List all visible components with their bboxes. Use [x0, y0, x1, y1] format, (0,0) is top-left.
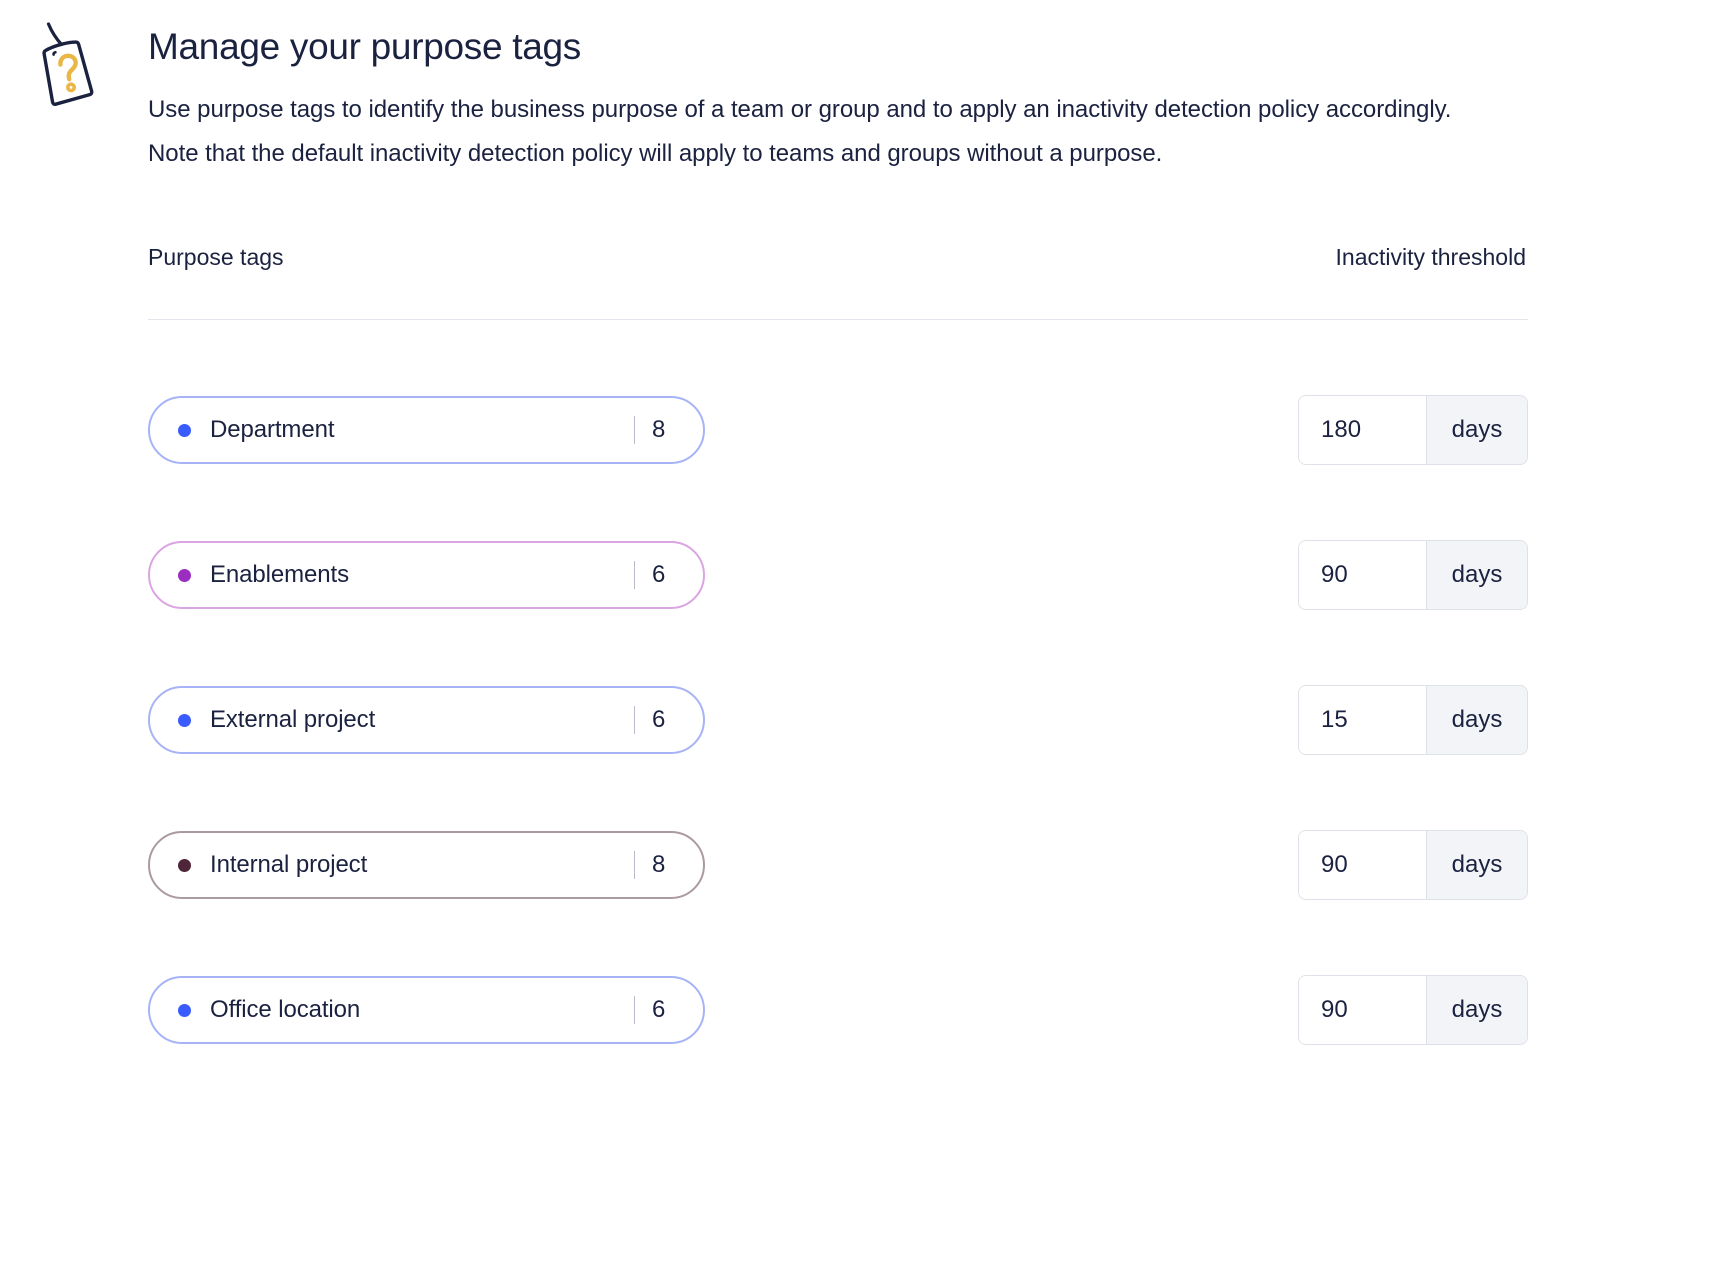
- threshold-unit-label: days: [1426, 976, 1527, 1044]
- tag-color-dot-icon: [178, 713, 191, 727]
- table-row: Internal project 8 90 days: [148, 830, 1528, 900]
- purpose-tag-count: 6: [652, 561, 666, 588]
- tag-color-dot-icon: [178, 1003, 191, 1017]
- inactivity-threshold-input-group[interactable]: 90 days: [1298, 540, 1528, 610]
- threshold-value-input[interactable]: 180: [1299, 396, 1426, 464]
- purpose-tag-pill-office-location[interactable]: Office location 6: [148, 976, 705, 1044]
- purpose-tag-pill-internal-project[interactable]: Internal project 8: [148, 831, 705, 899]
- column-header-purpose-tags: Purpose tags: [148, 244, 284, 270]
- purpose-tag-pill-external-project[interactable]: External project 6: [148, 686, 705, 754]
- threshold-unit-label: days: [1426, 396, 1527, 464]
- purpose-tag-pill-department[interactable]: Department 8: [148, 396, 705, 464]
- tag-color-dot-icon: [178, 423, 191, 437]
- tag-color-dot-icon: [178, 568, 191, 582]
- purpose-tag-count: 6: [652, 996, 666, 1023]
- threshold-value-input[interactable]: 90: [1299, 831, 1426, 899]
- threshold-unit-label: days: [1426, 686, 1527, 754]
- threshold-unit-label: days: [1426, 831, 1527, 899]
- inactivity-threshold-input-group[interactable]: 90 days: [1298, 975, 1528, 1045]
- tag-color-dot-icon: [178, 858, 191, 872]
- header-divider: [148, 319, 1528, 320]
- table-row: Department 8 180 days: [148, 395, 1528, 465]
- column-header-inactivity-threshold: Inactivity threshold: [1335, 244, 1526, 270]
- purpose-tag-count: 8: [652, 416, 666, 443]
- purpose-tag-label: External project: [210, 706, 376, 733]
- purpose-tag-count: 8: [652, 851, 666, 878]
- purpose-tag-rows: Department 8 180 days Enablements 6 90 d…: [148, 395, 1528, 1045]
- threshold-value-input[interactable]: 90: [1299, 541, 1426, 609]
- threshold-value-input[interactable]: 90: [1299, 976, 1426, 1044]
- inactivity-threshold-input-group[interactable]: 90 days: [1298, 830, 1528, 900]
- threshold-unit-label: days: [1426, 541, 1527, 609]
- purpose-tag-label: Office location: [210, 996, 361, 1023]
- table-column-headers: Purpose tags Inactivity threshold: [148, 244, 1528, 271]
- purpose-tag-label: Enablements: [210, 561, 349, 588]
- purpose-tag-pill-enablements[interactable]: Enablements 6: [148, 541, 705, 609]
- tag-question-icon: [28, 18, 106, 110]
- inactivity-threshold-input-group[interactable]: 15 days: [1298, 685, 1528, 755]
- table-row: External project 6 15 days: [148, 685, 1528, 755]
- table-row: Office location 6 90 days: [148, 975, 1528, 1045]
- purpose-tag-count: 6: [652, 706, 666, 733]
- purpose-tag-label: Internal project: [210, 851, 368, 878]
- threshold-value-input[interactable]: 15: [1299, 686, 1426, 754]
- inactivity-threshold-input-group[interactable]: 180 days: [1298, 395, 1528, 465]
- page-content: Manage your purpose tags Use purpose tag…: [148, 0, 1528, 1121]
- page-description: Use purpose tags to identify the busines…: [148, 96, 1452, 167]
- purpose-tags-page: Manage your purpose tags Use purpose tag…: [0, 0, 1728, 1266]
- page-title: Manage your purpose tags: [148, 26, 581, 67]
- table-row: Enablements 6 90 days: [148, 540, 1528, 610]
- purpose-tag-label: Department: [210, 416, 335, 443]
